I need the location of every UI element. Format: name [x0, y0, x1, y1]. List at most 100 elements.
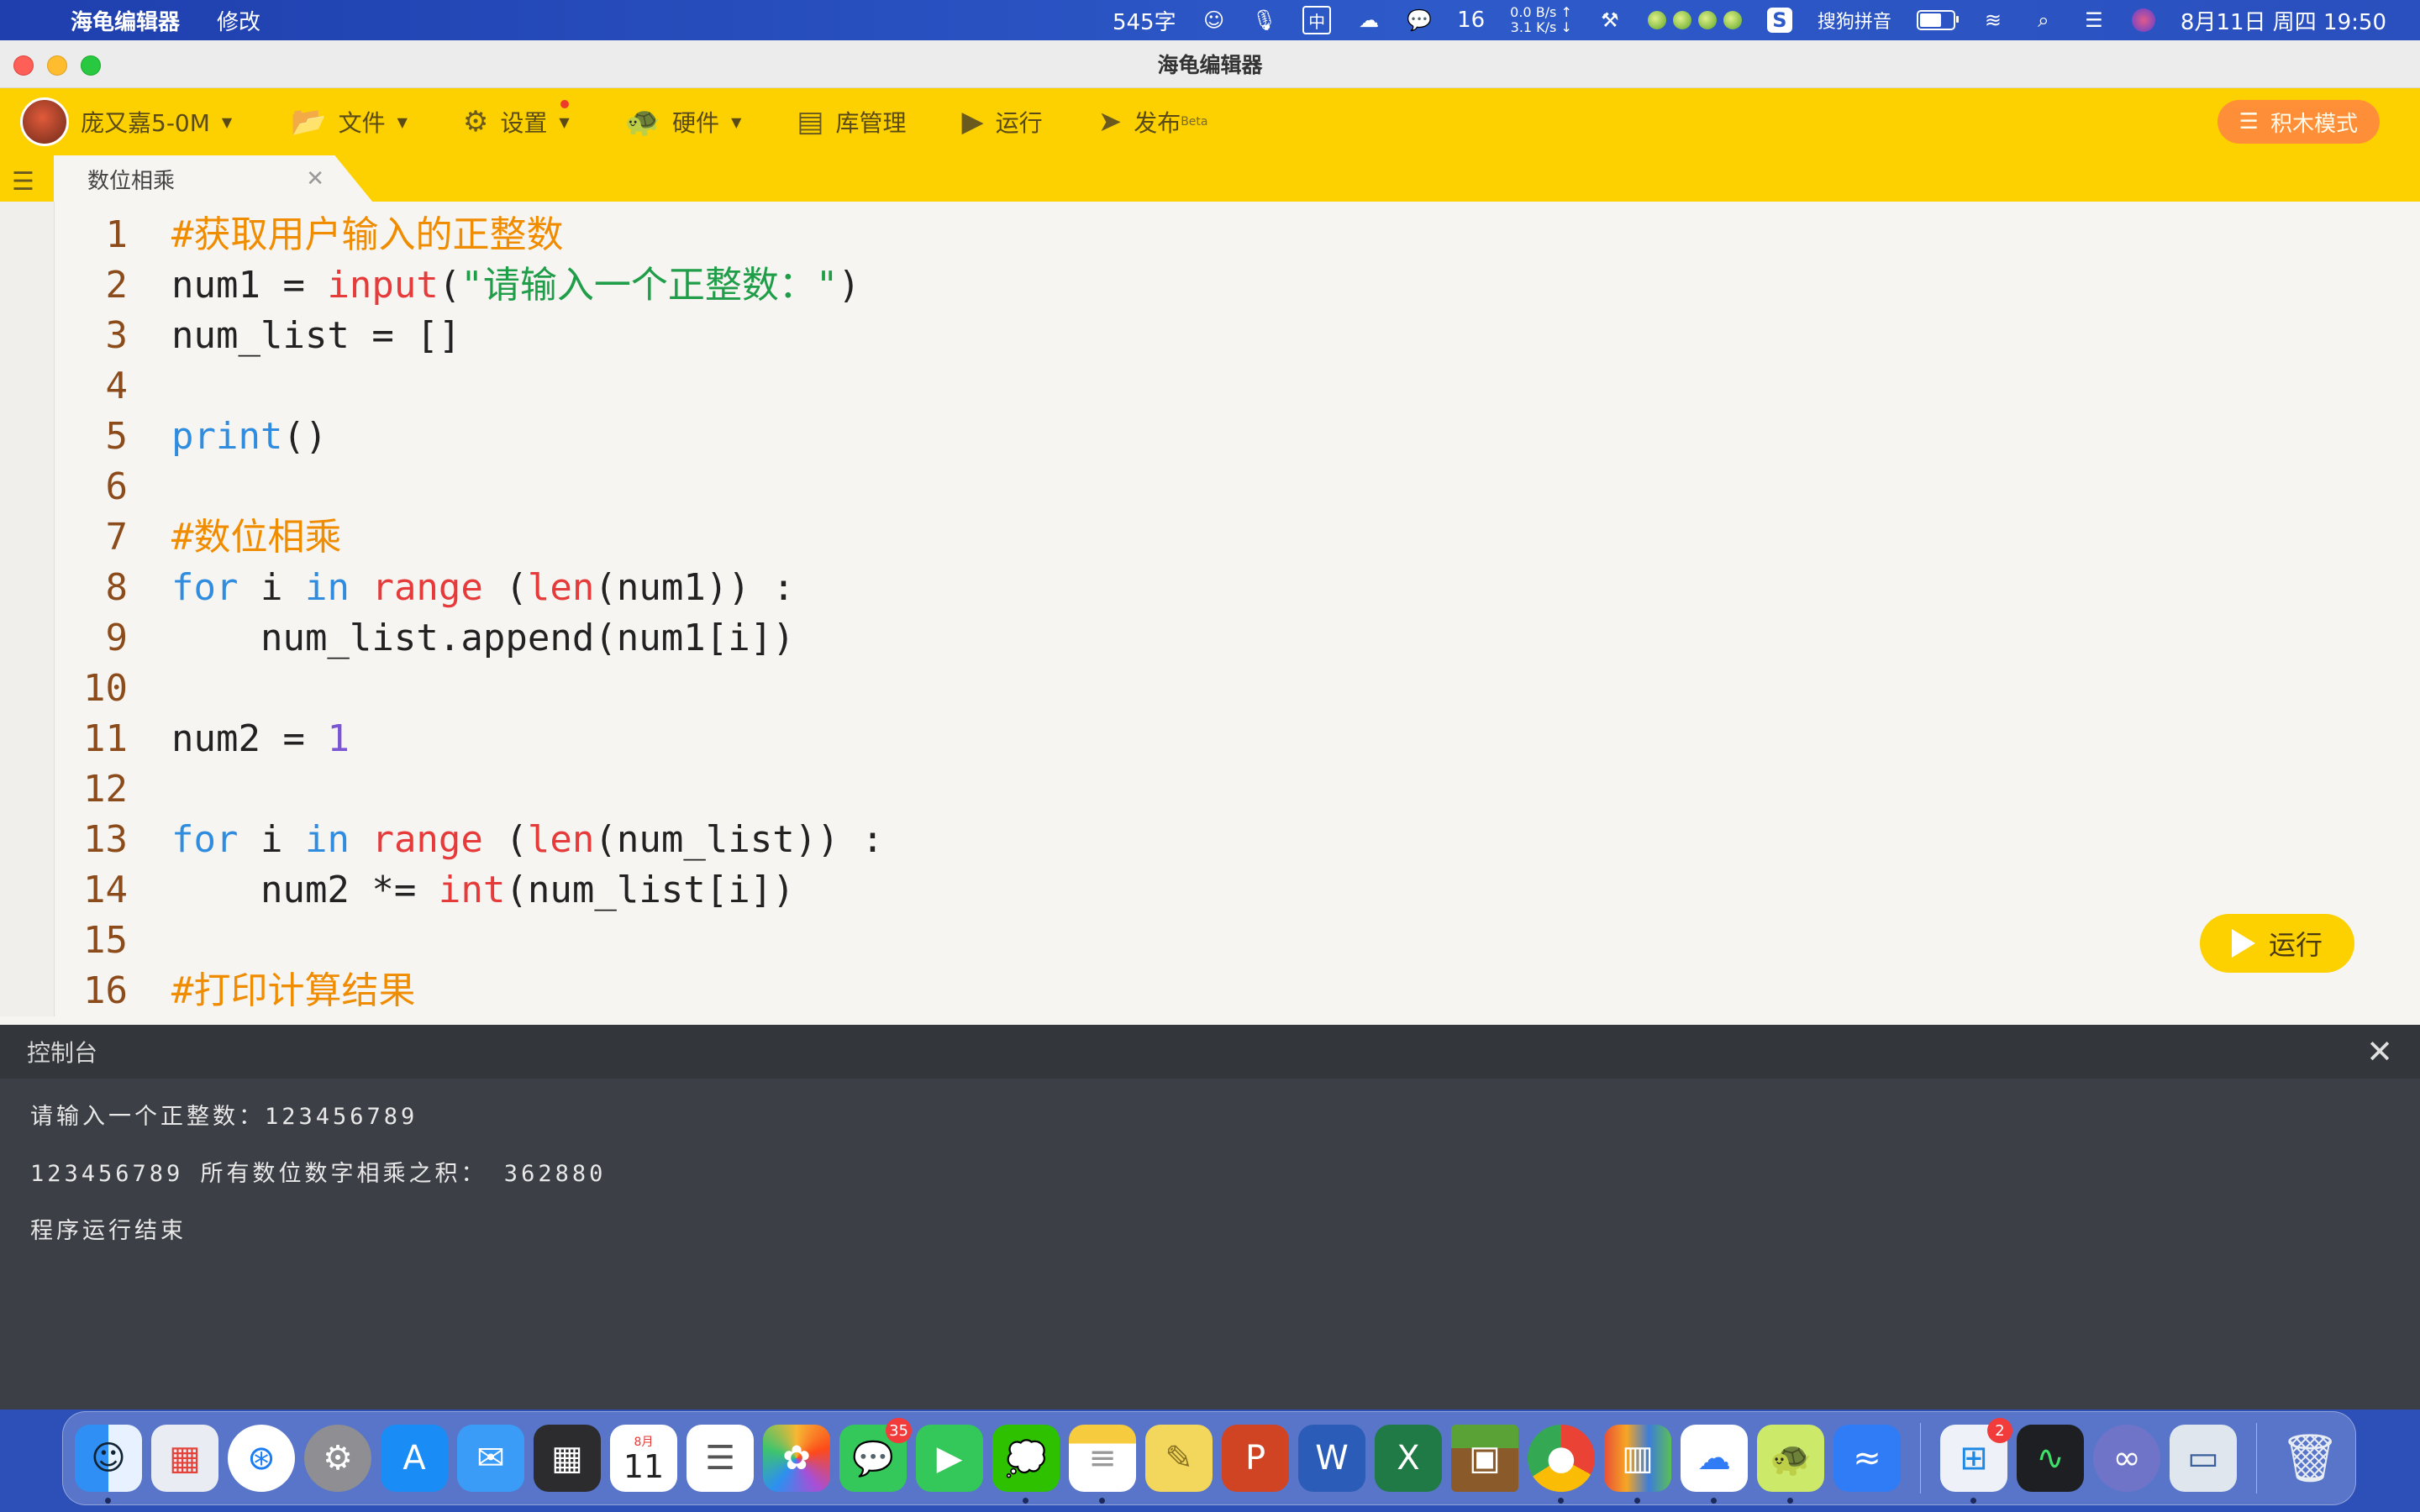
code-line[interactable]: 8 for i in range (len(num1)) : [59, 563, 884, 613]
battery-icon[interactable] [1916, 10, 1959, 30]
powerpoint-icon[interactable]: P [1222, 1425, 1289, 1492]
run-button[interactable]: 运行 [2200, 914, 2354, 973]
settings-menu[interactable]: ⚙ 设置 ▼ [463, 100, 570, 139]
finder-icon[interactable]: ☺ [75, 1425, 142, 1504]
minecraft-icon[interactable]: ▣ [1451, 1425, 1518, 1492]
smiley-icon[interactable]: ☺ [1202, 8, 1227, 33]
run-menu-label: 运行 [995, 109, 1043, 137]
menu-edit[interactable]: 修改 [217, 5, 260, 36]
code-line[interactable]: 1 #获取用户输入的正整数 [59, 210, 884, 260]
code-line[interactable]: 15 [59, 916, 884, 966]
user-menu[interactable]: 庞又嘉5-0M ▼ [20, 97, 232, 146]
code-line[interactable]: 5 print() [59, 412, 884, 462]
code-line[interactable]: 13 for i in range (len(num_list)) : [59, 815, 884, 865]
console-title: 控制台 [27, 1039, 98, 1067]
siri-icon[interactable] [2131, 8, 2155, 32]
trash-icon[interactable]: 🗑 [2276, 1425, 2344, 1492]
messages-icon[interactable]: 💬 35 [839, 1418, 912, 1492]
control-center-icon[interactable]: ☰ [2081, 8, 2107, 33]
code-line[interactable]: 9 num_list.append(num1[i]) [59, 613, 884, 664]
close-icon[interactable]: ✕ [2366, 1033, 2393, 1070]
block-mode-label: 积木模式 [2270, 111, 2358, 137]
battery-fill [1919, 13, 1941, 27]
calculator-icon[interactable]: ▦ [534, 1425, 601, 1492]
wechat-count: 16 [1457, 8, 1486, 33]
minimize-window-button[interactable] [47, 55, 67, 76]
sidebar-toggle-icon[interactable]: ☰ [12, 167, 34, 197]
block-mode-button[interactable]: ☰ 积木模式 [2217, 100, 2380, 144]
baidu-netdisk-icon[interactable]: ☁ [1681, 1425, 1748, 1504]
code-line[interactable]: 4 [59, 361, 884, 412]
line-number: 15 [83, 919, 128, 962]
code-editor[interactable]: 1 #获取用户输入的正整数 2 num1 = input("请输入一个正整数：") … [0, 202, 2420, 1016]
launchpad-icon[interactable]: ▦ [151, 1425, 218, 1492]
turtle-editor-icon[interactable]: 🐢 [1757, 1425, 1824, 1504]
line-number: 13 [83, 818, 128, 861]
line-number: 8 [105, 566, 129, 609]
console-output[interactable]: 请输入一个正整数：123456789 123456789 所有数位数字相乘之积：… [0, 1079, 2420, 1270]
microphone-icon[interactable]: 🎙 [1252, 8, 1277, 33]
close-tab-icon[interactable]: ✕ [306, 166, 324, 192]
ime-name[interactable]: 搜狗拼音 [1818, 7, 1891, 34]
word-count[interactable]: 545字 [1113, 5, 1176, 36]
code-line[interactable]: 10 [59, 664, 884, 714]
books-icon[interactable]: ▥ [1604, 1425, 1671, 1504]
wechat-app-icon[interactable]: 💭 [992, 1425, 1060, 1504]
activity-monitor-icon[interactable]: ∿ [2017, 1425, 2084, 1492]
publish-label: 发布 [1134, 109, 1181, 137]
store-badge: 2 [1987, 1418, 2012, 1443]
mini-program-icon[interactable]: ∞ [2093, 1425, 2160, 1492]
input-method-icon[interactable]: 中 [1302, 6, 1332, 34]
line-number: 2 [105, 264, 129, 307]
code-line[interactable]: 7 #数位相乘 [59, 512, 884, 563]
system-settings-icon[interactable]: ⚙ [304, 1425, 371, 1492]
sogou-icon[interactable]: S [1766, 8, 1792, 33]
stickies-icon[interactable]: ✎ [1145, 1425, 1213, 1492]
code-line[interactable]: 12 [59, 764, 884, 815]
menu-app-name[interactable]: 海龟编辑器 [71, 5, 180, 36]
safari-icon[interactable]: ⊛ [228, 1425, 295, 1492]
console-line: 123456789 所有数位数字相乘之积： 362880 [30, 1161, 607, 1187]
feishu-icon[interactable]: ≈ [1833, 1425, 1901, 1492]
excel-icon[interactable]: X [1375, 1425, 1442, 1492]
wechat-icon[interactable]: 💬 [1407, 8, 1432, 33]
code-line[interactable]: 16 #打印计算结果 [59, 966, 884, 1016]
avatar[interactable] [20, 97, 69, 146]
tab-current-file[interactable]: 数位相乘 ✕ [54, 155, 373, 202]
code-line[interactable]: 14 num2 *= int(num_list[i]) [59, 865, 884, 916]
microsoft-store-icon[interactable]: ⊞ 2 [1940, 1418, 2012, 1504]
code-line[interactable]: 11 num2 = 1 [59, 714, 884, 764]
run-menu-button[interactable]: ▶ 运行 [962, 105, 1043, 139]
network-speed: 0.0 B/s ↑ 3.1 K/s ↓ [1510, 5, 1572, 35]
title-bar: 海龟编辑器 [0, 40, 2420, 88]
code-line[interactable]: 6 [59, 462, 884, 512]
photos-icon[interactable]: ✿ [763, 1425, 830, 1492]
mail-icon[interactable]: ✉ [457, 1425, 524, 1492]
status-dots-icon[interactable] [1647, 11, 1742, 29]
facetime-icon[interactable]: ▶ [916, 1425, 983, 1492]
tools-icon[interactable]: ⚒ [1597, 8, 1623, 33]
zoom-window-button[interactable] [81, 55, 101, 76]
calendar-icon[interactable]: 8月 11 [610, 1425, 677, 1492]
line-number: 11 [83, 717, 128, 760]
publish-button[interactable]: ➤ 发布 Beta [1098, 105, 1208, 139]
dock: ☺ ▦ ⊛ ⚙ A ✉ ▦ 8月 11 ☰ ✿ 💬 35 ▶ 💭 ≡ ✎ P W … [62, 1411, 2356, 1505]
file-menu[interactable]: 📂 文件 ▼ [291, 105, 408, 139]
code-line[interactable]: 2 num1 = input("请输入一个正整数：") [59, 260, 884, 311]
hardware-menu[interactable]: 🐢 硬件 ▼ [625, 105, 742, 139]
search-icon[interactable]: ⌕ [2031, 8, 2056, 33]
baidu-cloud-icon[interactable]: ☁ [1356, 8, 1381, 33]
preview-icon[interactable]: ▭ [2170, 1425, 2237, 1492]
library-manager-button[interactable]: ▤ 库管理 [797, 105, 906, 139]
wifi-icon[interactable]: ≋ [1981, 8, 2006, 33]
app-store-icon[interactable]: A [381, 1425, 448, 1492]
menu-datetime[interactable]: 8月11日 周四 19:50 [2181, 5, 2386, 36]
code-lines[interactable]: 1 #获取用户输入的正整数 2 num1 = input("请输入一个正整数：") … [59, 210, 884, 1016]
chrome-icon[interactable]: ● [1528, 1425, 1595, 1504]
messages-badge: 35 [886, 1418, 912, 1443]
word-icon[interactable]: W [1298, 1425, 1365, 1492]
notes-icon[interactable]: ≡ [1069, 1425, 1136, 1504]
close-window-button[interactable] [13, 55, 34, 76]
reminders-icon[interactable]: ☰ [687, 1425, 754, 1492]
code-line[interactable]: 3 num_list = [] [59, 311, 884, 361]
